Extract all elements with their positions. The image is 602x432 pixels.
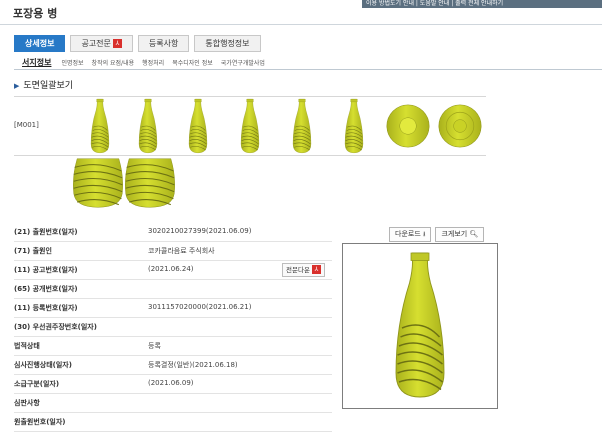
info-value: (2021.06.09) <box>148 379 194 387</box>
drawing-thumb-detail-2[interactable] <box>124 156 176 210</box>
top-bar: 포장용 병 이용 방법도기 안내 | 도움말 안내 | 출력 전체 안내하기 <box>0 0 602 24</box>
drawing-code: [M001] <box>14 121 39 129</box>
triangle-right-icon: ▶ <box>14 82 20 90</box>
download-icon: ⭳ <box>423 230 426 238</box>
info-value: (2021.06.24) <box>148 265 194 273</box>
info-value: 3020210027399(2021.06.09) <box>148 227 252 235</box>
tab-registration[interactable]: 등록사항 <box>137 35 190 52</box>
gallery-top-rule <box>14 96 486 97</box>
full-text-download-button[interactable]: 전문다운 ⅄ <box>282 263 325 277</box>
info-value: 3011157020000(2021.06.21) <box>148 303 252 311</box>
row-examination-status: 심사진행상태(일자) 등록결정(일반)(2021.06.18) <box>14 355 332 375</box>
pdf-icon: ⅄ <box>112 39 122 48</box>
info-label: 소급구분(일자) <box>14 380 60 388</box>
drawings-heading: ▶ 도면일괄보기 <box>14 81 74 91</box>
drawing-thumb-right[interactable] <box>236 98 264 154</box>
subtab-national-rnd[interactable]: 국가연구개발사업 <box>221 58 265 67</box>
drawing-thumb-front[interactable] <box>86 98 114 154</box>
info-label: 법적상태 <box>14 342 40 350</box>
row-legal-status: 법적상태 등록 <box>14 336 332 356</box>
drawing-preview[interactable] <box>342 243 498 409</box>
drawing-thumb-top[interactable] <box>385 103 431 149</box>
tab-publication-full[interactable]: 공고전문 ⅄ <box>70 35 133 52</box>
row-publication-number: (11) 공고번호(일자) (2021.06.24) 전문다운 ⅄ <box>14 260 332 280</box>
info-value: 코카콜라음료 주식회사 <box>148 247 215 255</box>
drawing-thumb-perspective-2[interactable] <box>340 98 368 154</box>
drawing-thumb-perspective-1[interactable] <box>288 98 316 154</box>
info-label: 원출원번호(일자) <box>14 418 66 426</box>
main-tabs: 상세정보 공고전문 ⅄ 등록사항 통합행정정보 <box>14 35 266 52</box>
info-value: 등록 <box>148 342 161 350</box>
title-divider <box>0 24 602 25</box>
pdf-icon: ⅄ <box>311 265 321 274</box>
preview-toolbar: 다운로드 ⭳ 크게보기 🔍︎ <box>389 227 488 242</box>
info-label: (65) 공개번호(일자) <box>14 285 78 293</box>
subtab-admin-process[interactable]: 행정처리 <box>142 58 164 67</box>
subtab-creation-point[interactable]: 창작의 요점/내용 <box>92 58 135 67</box>
info-label: 심판사항 <box>14 399 40 407</box>
tab-integrated-admin[interactable]: 통합행정정보 <box>194 35 261 52</box>
subtab-bibliographic[interactable]: 서지정보 <box>22 57 51 68</box>
info-label: (21) 출원번호(일자) <box>14 228 78 236</box>
row-disclosure-number: (65) 공개번호(일자) <box>14 279 332 299</box>
row-applicant: (71) 출원인 코카콜라음료 주식회사 <box>14 241 332 261</box>
drawing-thumb-back[interactable] <box>134 98 162 154</box>
row-registration-number: (11) 등록번호(일자) 3011157020000(2021.06.21) <box>14 298 332 318</box>
sub-tabs: 서지정보 인명정보 창작의 요점/내용 행정처리 복수디자인 정보 국가연구개발… <box>14 55 602 70</box>
zoom-button[interactable]: 크게보기 🔍︎ <box>435 227 485 242</box>
row-application-number: (21) 출원번호(일자) 3020210027399(2021.06.09) <box>14 222 332 242</box>
subtab-multiple-design[interactable]: 복수디자인 정보 <box>172 58 213 67</box>
info-label: (11) 공고번호(일자) <box>14 266 78 274</box>
drawing-thumb-left[interactable] <box>184 98 212 154</box>
info-value: 등록결정(일반)(2021.06.18) <box>148 361 238 369</box>
download-button[interactable]: 다운로드 ⭳ <box>389 227 432 242</box>
info-label: (11) 등록번호(일자) <box>14 304 78 312</box>
bottle-preview-image <box>390 250 450 400</box>
info-label: (30) 우선권주장번호(일자) <box>14 323 97 331</box>
top-utility-links[interactable]: 이용 방법도기 안내 | 도움말 안내 | 출력 전체 안내하기 <box>362 0 602 8</box>
row-retroactive-type: 소급구분(일자) (2021.06.09) <box>14 374 332 394</box>
drawing-thumb-bottom[interactable] <box>437 103 483 149</box>
drawing-gallery: [M001] <box>14 96 602 210</box>
info-label: (71) 출원인 <box>14 247 52 255</box>
magnifier-icon: 🔍︎ <box>469 230 479 238</box>
subtab-person[interactable]: 인명정보 <box>61 58 83 67</box>
page-title: 포장용 병 <box>13 7 58 20</box>
row-trial-matters: 심판사항 <box>14 393 332 413</box>
drawing-thumb-detail-1[interactable] <box>72 156 124 210</box>
row-original-application: 원출원번호(일자) <box>14 412 332 432</box>
info-label: 심사진행상태(일자) <box>14 361 72 369</box>
tab-detail-info[interactable]: 상세정보 <box>14 35 66 52</box>
row-priority-number: (30) 우선권주장번호(일자) <box>14 317 332 337</box>
